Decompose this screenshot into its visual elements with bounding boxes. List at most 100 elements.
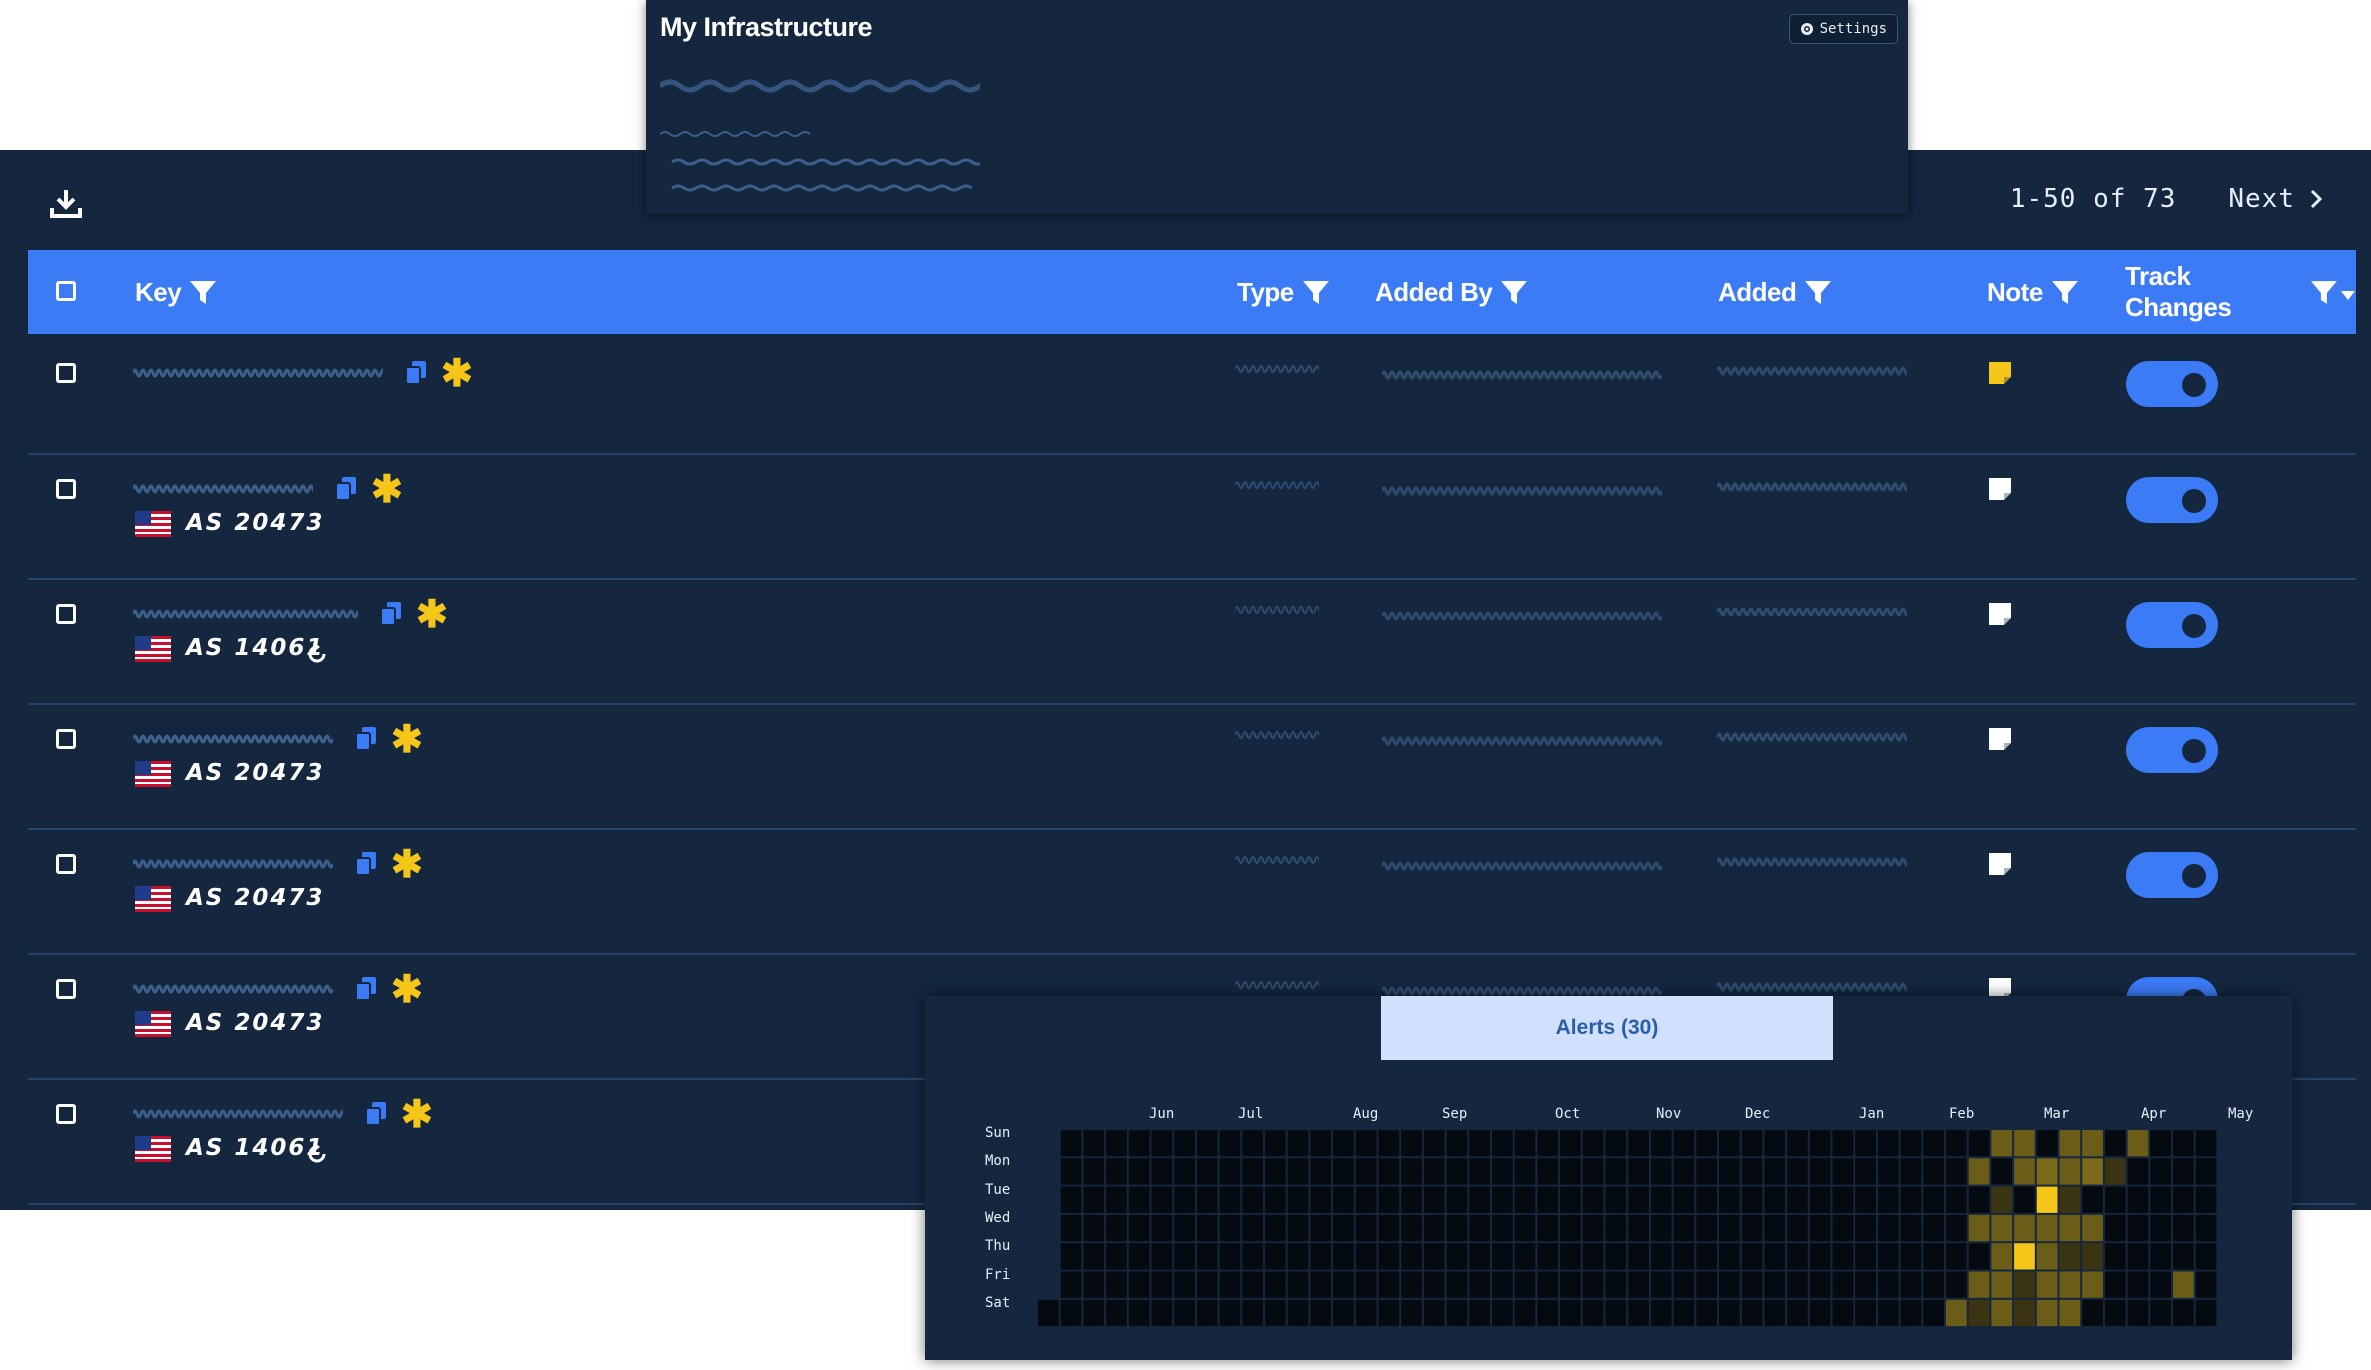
note-icon[interactable] <box>1986 725 2014 753</box>
settings-button[interactable]: Settings <box>1788 14 1898 44</box>
heatmap-cell[interactable] <box>1219 1243 1241 1270</box>
heatmap-cell[interactable] <box>1060 1214 1082 1242</box>
heatmap-cell[interactable] <box>2104 1214 2126 1242</box>
heatmap-cell[interactable] <box>2127 1243 2149 1270</box>
heatmap-cell[interactable] <box>1832 1158 1854 1185</box>
row-checkbox[interactable] <box>56 604 76 624</box>
heatmap-cell[interactable] <box>1265 1271 1286 1298</box>
track-changes-toggle[interactable] <box>2126 361 2218 407</box>
heatmap-cell[interactable] <box>2195 1130 2217 1157</box>
heatmap-cell[interactable] <box>1242 1130 1263 1157</box>
heatmap-cell[interactable] <box>1128 1299 1150 1327</box>
heatmap-cell[interactable] <box>2127 1130 2149 1157</box>
heatmap-cell[interactable] <box>1673 1243 1695 1270</box>
heatmap-cell[interactable] <box>1514 1271 1536 1298</box>
heatmap-cell[interactable] <box>1946 1299 1967 1327</box>
copy-icon[interactable] <box>333 475 359 501</box>
heatmap-cell[interactable] <box>1378 1186 1400 1213</box>
heatmap-cell[interactable] <box>1968 1299 1990 1327</box>
heatmap-cell[interactable] <box>2082 1243 2103 1270</box>
heatmap-cell[interactable] <box>1900 1243 1922 1270</box>
heatmap-cell[interactable] <box>1265 1186 1286 1213</box>
heatmap-cell[interactable] <box>2104 1271 2126 1298</box>
heatmap-cell[interactable] <box>1083 1271 1105 1298</box>
heatmap-cell[interactable] <box>1900 1271 1922 1298</box>
heatmap-cell[interactable] <box>1242 1214 1263 1242</box>
heatmap-cell[interactable] <box>1514 1243 1536 1270</box>
heatmap-cell[interactable] <box>1492 1271 1513 1298</box>
heatmap-cell[interactable] <box>1469 1299 1490 1327</box>
heatmap-cell[interactable] <box>1219 1299 1241 1327</box>
heatmap-cell[interactable] <box>2014 1243 2035 1270</box>
heatmap-cell[interactable] <box>2059 1186 2081 1213</box>
heatmap-cell[interactable] <box>1923 1186 1944 1213</box>
heatmap-cell[interactable] <box>1446 1271 1468 1298</box>
heatmap-cell[interactable] <box>1446 1214 1468 1242</box>
heatmap-cell[interactable] <box>1900 1299 1922 1327</box>
heatmap-cell[interactable] <box>1196 1158 1218 1185</box>
heatmap-cell[interactable] <box>1492 1299 1513 1327</box>
heatmap-cell[interactable] <box>1287 1130 1309 1157</box>
filter-icon[interactable] <box>1302 279 1330 305</box>
heatmap-cell[interactable] <box>1741 1271 1763 1298</box>
heatmap-cell[interactable] <box>1219 1214 1241 1242</box>
heatmap-cell[interactable] <box>1764 1299 1786 1327</box>
heatmap-cell[interactable] <box>1991 1243 2013 1270</box>
heatmap-cell[interactable] <box>1582 1299 1604 1327</box>
heatmap-cell[interactable] <box>1946 1271 1967 1298</box>
heatmap-cell[interactable] <box>1719 1299 1740 1327</box>
heatmap-cell[interactable] <box>1060 1271 1082 1298</box>
heatmap-cell[interactable] <box>1809 1299 1831 1327</box>
table-row[interactable]: ✱ <box>28 333 2356 455</box>
heatmap-cell[interactable] <box>2036 1214 2058 1242</box>
heatmap-cell[interactable] <box>1151 1130 1173 1157</box>
heatmap-cell[interactable] <box>1719 1130 1740 1157</box>
heatmap-cell[interactable] <box>1514 1186 1536 1213</box>
heatmap-cell[interactable] <box>1423 1158 1445 1185</box>
heatmap-cell[interactable] <box>1287 1271 1309 1298</box>
refresh-icon[interactable] <box>304 641 330 667</box>
heatmap-cell[interactable] <box>1605 1271 1627 1298</box>
heatmap-cell[interactable] <box>1310 1214 1332 1242</box>
heatmap-cell[interactable] <box>1469 1243 1490 1270</box>
heatmap-cell[interactable] <box>1673 1186 1695 1213</box>
heatmap-cell[interactable] <box>1106 1271 1127 1298</box>
heatmap-cell[interactable] <box>1333 1299 1354 1327</box>
heatmap-cell[interactable] <box>1741 1243 1763 1270</box>
heatmap-cell[interactable] <box>1537 1271 1559 1298</box>
heatmap-cell[interactable] <box>1809 1130 1831 1157</box>
heatmap-cell[interactable] <box>1401 1186 1422 1213</box>
heatmap-cell[interactable] <box>1968 1130 1990 1157</box>
track-changes-toggle[interactable] <box>2126 477 2218 523</box>
filter-icon[interactable] <box>2051 279 2079 305</box>
heatmap-cell[interactable] <box>1355 1299 1377 1327</box>
heatmap-cell[interactable] <box>2082 1186 2103 1213</box>
track-changes-toggle[interactable] <box>2126 852 2218 898</box>
heatmap-cell[interactable] <box>1582 1186 1604 1213</box>
heatmap-cell[interactable] <box>1128 1130 1150 1157</box>
heatmap-cell[interactable] <box>1605 1299 1627 1327</box>
heatmap-cell[interactable] <box>1537 1299 1559 1327</box>
heatmap-cell[interactable] <box>1151 1186 1173 1213</box>
heatmap-cell[interactable] <box>1038 1299 1059 1327</box>
heatmap-cell[interactable] <box>2036 1186 2058 1213</box>
heatmap-cell[interactable] <box>1265 1299 1286 1327</box>
heatmap-cell[interactable] <box>2173 1271 2194 1298</box>
column-added[interactable]: Added <box>1718 250 1832 334</box>
heatmap-cell[interactable] <box>1855 1214 1876 1242</box>
heatmap-cell[interactable] <box>1242 1186 1263 1213</box>
heatmap-cell[interactable] <box>1333 1186 1354 1213</box>
copy-icon[interactable] <box>403 359 429 385</box>
filter-icon[interactable] <box>1804 279 1832 305</box>
heatmap-cell[interactable] <box>2195 1299 2217 1327</box>
heatmap-cell[interactable] <box>1719 1158 1740 1185</box>
copy-icon[interactable] <box>363 1100 389 1126</box>
heatmap-cell[interactable] <box>1923 1214 1944 1242</box>
column-key[interactable]: Key <box>135 250 217 334</box>
note-icon[interactable] <box>1986 850 2014 878</box>
heatmap-cell[interactable] <box>1060 1243 1082 1270</box>
heatmap-cell[interactable] <box>1196 1299 1218 1327</box>
heatmap-cell[interactable] <box>1423 1130 1445 1157</box>
heatmap-cell[interactable] <box>1877 1271 1899 1298</box>
heatmap-cell[interactable] <box>1582 1214 1604 1242</box>
